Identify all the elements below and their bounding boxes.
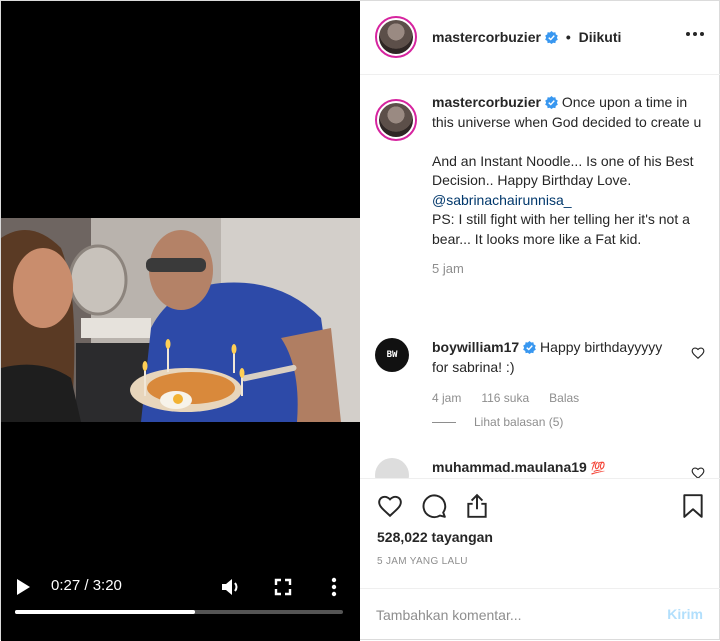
caption-timestamp[interactable]: 5 jam <box>432 261 705 276</box>
progress-fill <box>15 610 196 614</box>
comment-item: muhammad.maulana19 💯 <box>375 458 705 478</box>
like-heart-icon[interactable] <box>377 493 403 519</box>
comment-time[interactable]: 4 jam <box>432 391 461 405</box>
caption-mention-link[interactable]: @sabrinachairunnisa_ <box>432 192 572 208</box>
fullscreen-icon[interactable] <box>273 577 293 597</box>
replies-divider <box>432 421 456 423</box>
view-replies-button[interactable]: Lihat balasan (5) <box>432 415 705 429</box>
comment-likes[interactable]: 116 suka <box>481 391 529 405</box>
volume-icon[interactable] <box>221 577 243 597</box>
video-still-image <box>1 218 360 422</box>
caption-username[interactable]: mastercorbuzier <box>432 94 541 110</box>
more-options-icon[interactable] <box>327 575 341 599</box>
view-count[interactable]: 528,022 tayangan <box>377 529 493 545</box>
reply-button[interactable]: Balas <box>549 391 579 405</box>
video-progress-bar[interactable] <box>15 610 343 614</box>
video-controls: 0:27 / 3:20 <box>1 569 360 641</box>
save-bookmark-icon[interactable] <box>680 493 706 519</box>
caption-text-line3: PS: I still fight with her telling her i… <box>432 211 690 247</box>
author-avatar[interactable] <box>375 16 417 58</box>
commenter-username[interactable]: boywilliam17 <box>432 339 519 355</box>
commenter-avatar[interactable]: BW <box>375 338 409 372</box>
post-caption: mastercorbuzier Once upon a time in this… <box>375 93 705 276</box>
post-timestamp[interactable]: 5 JAM YANG LALU <box>377 556 468 567</box>
commenter-username[interactable]: muhammad.maulana19 <box>432 459 587 475</box>
time-display: 0:27 / 3:20 <box>51 577 122 594</box>
comment-emoji: 💯 <box>590 461 606 475</box>
video-player[interactable]: 0:27 / 3:20 <box>1 1 360 641</box>
video-frame[interactable] <box>1 218 360 422</box>
comment-meta: 4 jam 116 suka Balas <box>432 391 705 405</box>
verified-badge-icon <box>545 31 558 44</box>
post-header: mastercorbuzier • Diikuti <box>360 1 720 75</box>
caption-text-line2: And an Instant Noodle... Is one of his B… <box>432 152 694 189</box>
comment-item: BW boywilliam17 Happy birthdayyyyy for s… <box>375 338 705 429</box>
comment-input[interactable] <box>376 604 646 626</box>
post-comment-button[interactable]: Kirim <box>667 606 703 622</box>
post-actions: 528,022 tayangan 5 JAM YANG LALU <box>360 478 720 588</box>
view-replies-label: Lihat balasan (5) <box>474 415 564 429</box>
instagram-post-modal: 0:27 / 3:20 mastercorbuzier • Diikuti ma… <box>0 0 720 641</box>
verified-badge-icon <box>545 96 558 109</box>
add-comment-form: Kirim <box>360 588 720 641</box>
comment-bubble-icon[interactable] <box>421 493 447 519</box>
comments-section[interactable]: mastercorbuzier Once upon a time in this… <box>360 76 720 478</box>
commenter-avatar-text: BW <box>386 350 398 360</box>
share-icon[interactable] <box>464 493 490 519</box>
separator-dot: • <box>565 29 571 45</box>
caption-author-avatar[interactable] <box>375 99 417 141</box>
verified-badge-icon <box>523 341 536 354</box>
follow-status-button[interactable]: Diikuti <box>579 29 622 45</box>
commenter-avatar[interactable] <box>375 458 409 478</box>
post-sidebar: mastercorbuzier • Diikuti mastercorbuzie… <box>360 1 720 641</box>
more-options-icon[interactable] <box>685 29 705 39</box>
author-username[interactable]: mastercorbuzier <box>432 29 541 45</box>
like-comment-heart-icon[interactable] <box>691 466 705 478</box>
like-comment-heart-icon[interactable] <box>691 346 705 360</box>
play-icon[interactable] <box>15 578 31 596</box>
